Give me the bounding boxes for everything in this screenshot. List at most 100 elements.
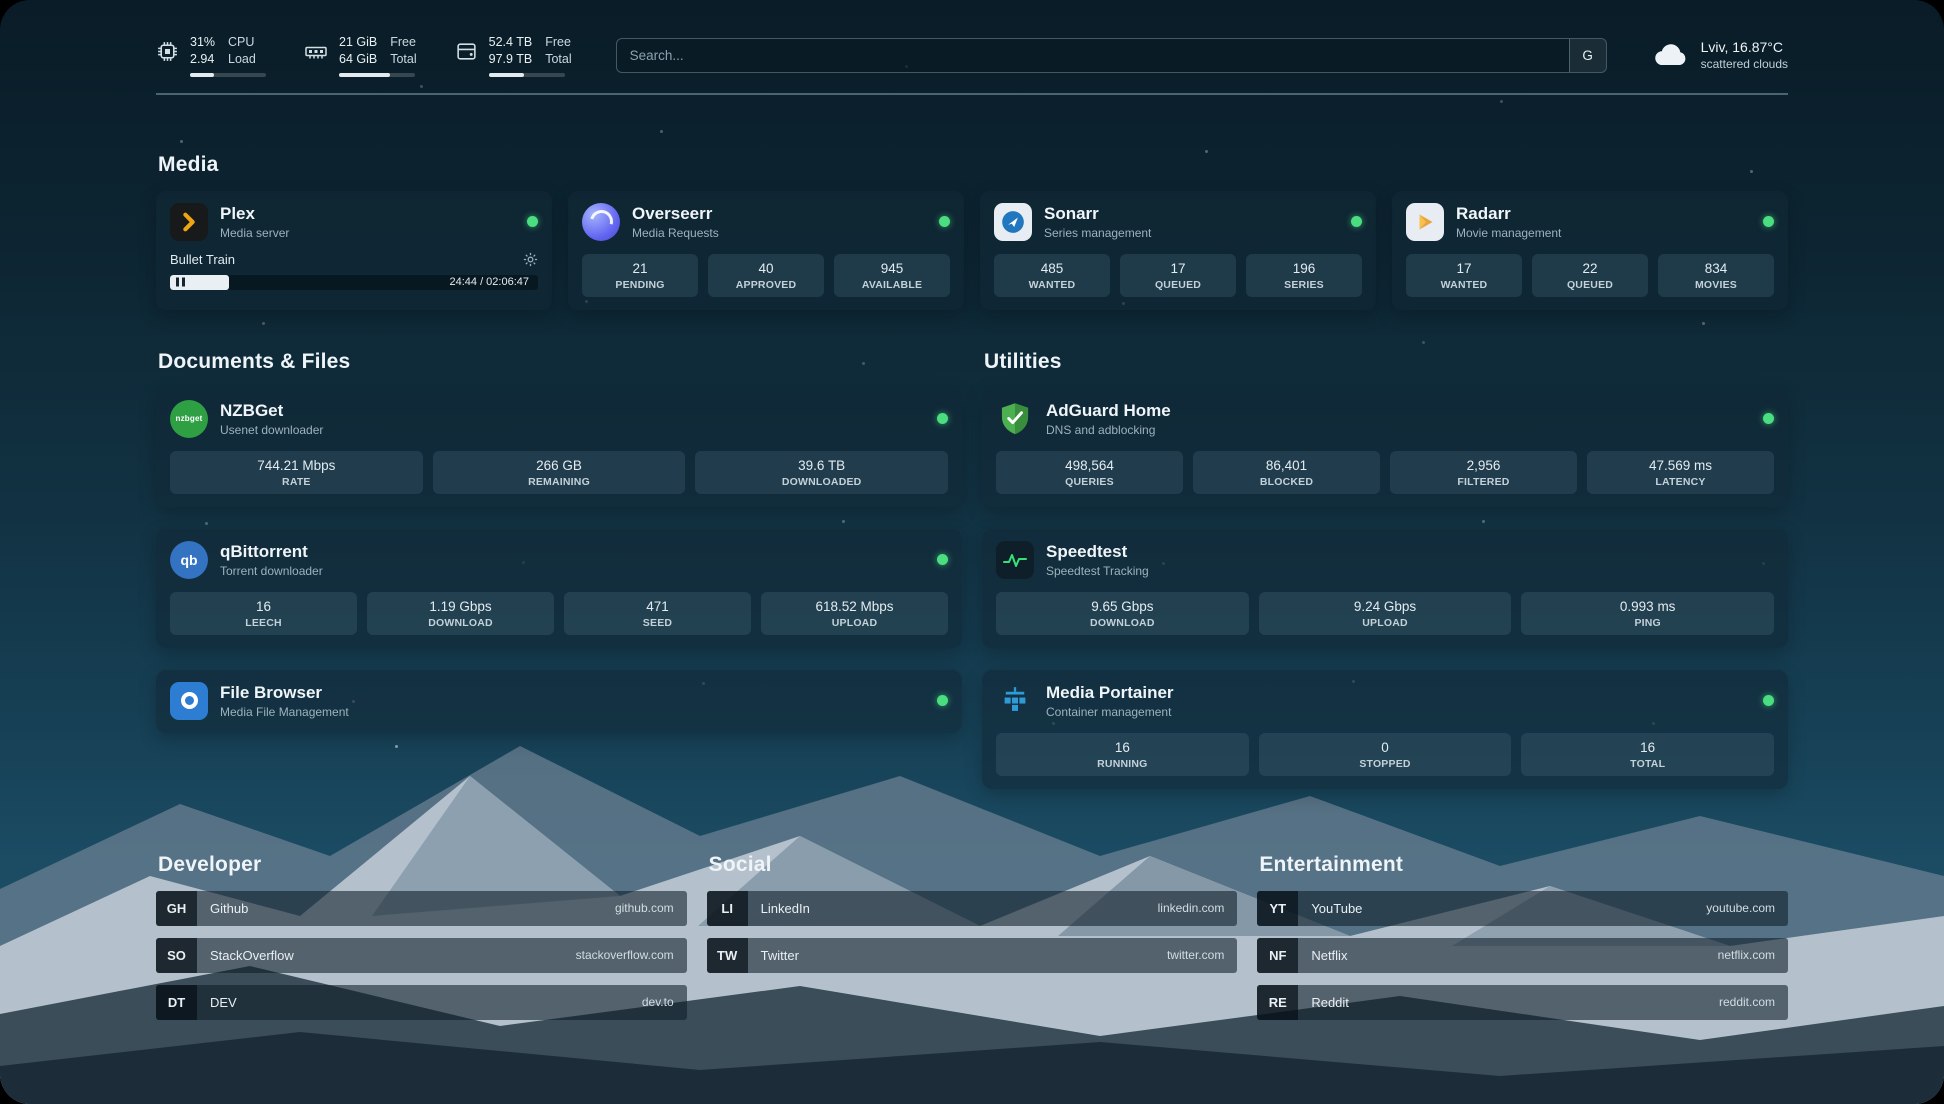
service-card-filebrowser[interactable]: File Browser Media File Management <box>156 670 962 733</box>
bookmark-linkedin[interactable]: LI LinkedIn linkedin.com <box>707 891 1238 926</box>
service-title: NZBGet <box>220 401 323 421</box>
ram-label-bottom: Total <box>390 51 416 68</box>
bookmark-name: LinkedIn <box>748 891 1158 926</box>
service-title: Overseerr <box>632 204 719 224</box>
service-title: AdGuard Home <box>1046 401 1171 421</box>
ram-free: 21 GiB <box>339 34 377 51</box>
bookmark-netflix[interactable]: NF Netflix netflix.com <box>1257 938 1788 973</box>
service-subtitle: DNS and adblocking <box>1046 423 1171 437</box>
filebrowser-icon <box>170 682 208 720</box>
section-title-social: Social <box>709 853 1238 877</box>
service-subtitle: Media Requests <box>632 226 719 240</box>
disk-total: 97.9 TB <box>489 51 533 68</box>
bookmark-dev[interactable]: DT DEV dev.to <box>156 985 687 1020</box>
service-card-speedtest[interactable]: Speedtest Speedtest Tracking 9.65 Gbps D… <box>982 529 1788 648</box>
disk-label-bottom: Total <box>545 51 571 68</box>
stat-tile: 2,956 FILTERED <box>1390 451 1577 494</box>
stat-tile: 21 PENDING <box>582 254 698 297</box>
bookmark-url: reddit.com <box>1719 985 1788 1020</box>
stat-tile: 744.21 Mbps RATE <box>170 451 423 494</box>
stat-tile: 39.6 TB DOWNLOADED <box>695 451 948 494</box>
ram-meter <box>339 73 415 77</box>
stat-tile: 0.993 ms PING <box>1521 592 1774 635</box>
radarr-icon <box>1406 203 1444 241</box>
ram-label-top: Free <box>390 34 416 51</box>
bookmark-url: youtube.com <box>1706 891 1788 926</box>
status-online-dot <box>937 413 948 424</box>
service-subtitle: Speedtest Tracking <box>1046 564 1149 578</box>
bookmark-youtube[interactable]: YT YouTube youtube.com <box>1257 891 1788 926</box>
stat-tile: 22 QUEUED <box>1532 254 1648 297</box>
service-subtitle: Usenet downloader <box>220 423 323 437</box>
bookmark-url: linkedin.com <box>1158 891 1238 926</box>
ram-icon <box>304 40 328 63</box>
bookmark-reddit[interactable]: RE Reddit reddit.com <box>1257 985 1788 1020</box>
service-card-nzbget[interactable]: nzbget NZBGet Usenet downloader 744.21 M… <box>156 388 962 507</box>
service-title: Plex <box>220 204 289 224</box>
stat-tile: 196 SERIES <box>1246 254 1362 297</box>
settings-gear-icon[interactable] <box>523 252 538 267</box>
service-card-overseerr[interactable]: Overseerr Media Requests 21 PENDING 40 A… <box>568 191 964 310</box>
bookmark-url: twitter.com <box>1167 938 1237 973</box>
stat-tile: 834 MOVIES <box>1658 254 1774 297</box>
stat-tile: 9.65 Gbps DOWNLOAD <box>996 592 1249 635</box>
service-card-plex[interactable]: Plex Media server Bullet Train <box>156 191 552 310</box>
cpu-load: 2.94 <box>190 51 215 68</box>
bookmark-abbr: LI <box>707 891 748 926</box>
bookmark-name: StackOverflow <box>197 938 576 973</box>
service-card-radarr[interactable]: Radarr Movie management 17 WANTED 22 QUE… <box>1392 191 1788 310</box>
service-subtitle: Torrent downloader <box>220 564 323 578</box>
bookmark-name: Reddit <box>1298 985 1719 1020</box>
section-title-documents: Documents & Files <box>158 350 962 374</box>
service-card-portainer[interactable]: Media Portainer Container management 16 … <box>982 670 1788 789</box>
section-entertainment: Entertainment YT YouTube youtube.com NF … <box>1257 853 1788 1032</box>
bookmark-abbr: NF <box>1257 938 1298 973</box>
status-online-dot <box>1763 413 1774 424</box>
bookmark-twitter[interactable]: TW Twitter twitter.com <box>707 938 1238 973</box>
service-card-sonarr[interactable]: Sonarr Series management 485 WANTED 17 Q… <box>980 191 1376 310</box>
cpu-widget: 31% 2.94 CPU Load <box>156 34 266 77</box>
bookmark-stackoverflow[interactable]: SO StackOverflow stackoverflow.com <box>156 938 687 973</box>
search-input[interactable] <box>617 39 1569 72</box>
disk-widget: 52.4 TB 97.9 TB Free Total <box>455 34 572 77</box>
section-media: Media Plex Media server <box>156 153 1788 310</box>
status-online-dot <box>527 216 538 227</box>
disk-meter <box>489 73 565 77</box>
service-card-adguard[interactable]: AdGuard Home DNS and adblocking 498,564 … <box>982 388 1788 507</box>
service-subtitle: Container management <box>1046 705 1174 719</box>
service-title: Media Portainer <box>1046 683 1174 703</box>
pause-icon[interactable] <box>176 278 185 287</box>
bookmark-name: Twitter <box>748 938 1167 973</box>
bookmark-github[interactable]: GH Github github.com <box>156 891 687 926</box>
search-provider-button[interactable]: G <box>1569 39 1606 72</box>
bookmark-abbr: RE <box>1257 985 1298 1020</box>
cpu-percent: 31% <box>190 34 215 51</box>
playback-time: 24:44 / 02:06:47 <box>449 276 529 288</box>
bookmark-abbr: TW <box>707 938 748 973</box>
bookmark-url: stackoverflow.com <box>576 938 687 973</box>
section-title-developer: Developer <box>158 853 687 877</box>
now-playing-title: Bullet Train <box>170 252 235 267</box>
bookmark-url: netflix.com <box>1718 938 1788 973</box>
status-online-dot <box>937 695 948 706</box>
stat-tile: 945 AVAILABLE <box>834 254 950 297</box>
disk-free: 52.4 TB <box>489 34 533 51</box>
topbar-divider <box>156 93 1788 95</box>
stat-tile: 47.569 ms LATENCY <box>1587 451 1774 494</box>
status-online-dot <box>1763 695 1774 706</box>
topbar: 31% 2.94 CPU Load <box>156 34 1788 77</box>
portainer-icon <box>996 682 1034 720</box>
stat-tile: 471 SEED <box>564 592 751 635</box>
stat-tile: 498,564 QUERIES <box>996 451 1183 494</box>
service-title: Sonarr <box>1044 204 1151 224</box>
cpu-label-bottom: Load <box>228 51 256 68</box>
service-subtitle: Series management <box>1044 226 1151 240</box>
service-card-qbittorrent[interactable]: qb qBittorrent Torrent downloader 16 <box>156 529 962 648</box>
ram-total: 64 GiB <box>339 51 377 68</box>
stat-tile: 86,401 BLOCKED <box>1193 451 1380 494</box>
playback-progress-bar[interactable]: 24:44 / 02:06:47 <box>170 275 538 290</box>
weather-widget: Lviv, 16.87°C scattered clouds <box>1653 39 1788 71</box>
stat-tile: 485 WANTED <box>994 254 1110 297</box>
adguard-icon <box>996 400 1034 438</box>
bookmark-name: YouTube <box>1298 891 1706 926</box>
